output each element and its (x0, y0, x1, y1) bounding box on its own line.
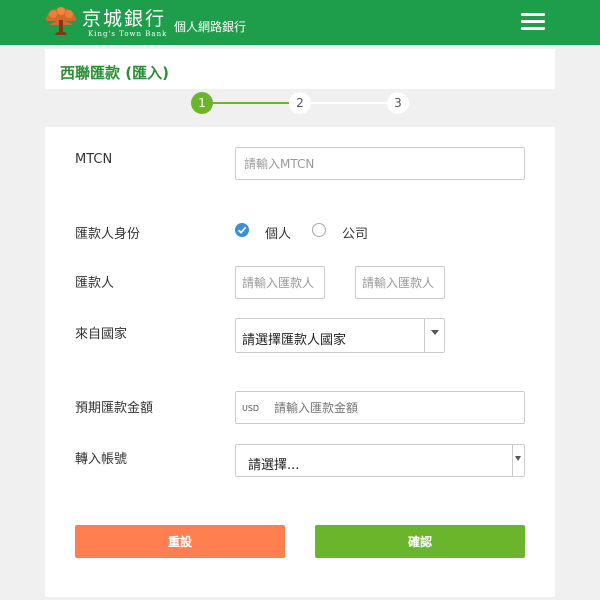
remitter-label: 匯款人 (75, 276, 115, 291)
remittance-form: MTCN 匯款人身份 個人 公司 匯款人 來自國家 請選擇匯款人國家 預期匯款金… (45, 127, 555, 597)
remitter-first-input[interactable] (235, 266, 325, 299)
country-select-value: 請選擇匯款人國家 (242, 333, 347, 348)
check-circle-icon[interactable] (235, 223, 249, 237)
header-subtitle: 個人網路銀行 (174, 20, 247, 34)
country-select[interactable]: 請選擇匯款人國家 (235, 318, 445, 353)
account-select[interactable]: 請選擇... (235, 444, 525, 477)
step-connector-1 (211, 102, 289, 104)
hamburger-menu-icon[interactable] (521, 13, 545, 31)
account-label: 轉入帳號 (75, 452, 128, 467)
page-title: 西聯匯款 (匯入) (60, 64, 169, 82)
country-label: 來自國家 (75, 327, 128, 342)
step-connector-2 (300, 102, 388, 104)
identity-option-company[interactable]: 公司 (342, 223, 368, 242)
step-indicator: 1 2 3 (45, 89, 555, 127)
caret-down-icon[interactable] (424, 319, 444, 352)
tree-logo-icon (44, 6, 78, 38)
app-header: 京城銀行 King's Town Bank 個人網路銀行 (0, 0, 600, 45)
bank-name-english: King's Town Bank (88, 30, 168, 38)
remitter-identity-label: 匯款人身份 (75, 227, 141, 242)
amount-label: 預期匯款金額 (75, 401, 154, 416)
step-3: 3 (387, 92, 409, 114)
step-1: 1 (191, 92, 213, 114)
account-select-value: 請選擇... (248, 458, 300, 473)
reset-button[interactable]: 重設 (75, 525, 285, 558)
identity-radio-company[interactable] (312, 223, 326, 237)
title-bar: 西聯匯款 (匯入) (45, 49, 555, 89)
step-2: 2 (289, 92, 311, 114)
identity-option-individual[interactable]: 個人 (265, 223, 291, 242)
mtcn-label: MTCN (75, 152, 113, 167)
mtcn-input[interactable] (235, 147, 525, 180)
account-caret-down-icon[interactable] (512, 445, 524, 476)
amount-input[interactable] (266, 393, 506, 422)
currency-label: USD (242, 404, 260, 413)
bank-name: 京城銀行 (82, 8, 167, 30)
amount-field[interactable]: USD (235, 391, 525, 424)
confirm-button[interactable]: 確認 (315, 525, 525, 558)
remitter-last-input[interactable] (355, 266, 445, 299)
